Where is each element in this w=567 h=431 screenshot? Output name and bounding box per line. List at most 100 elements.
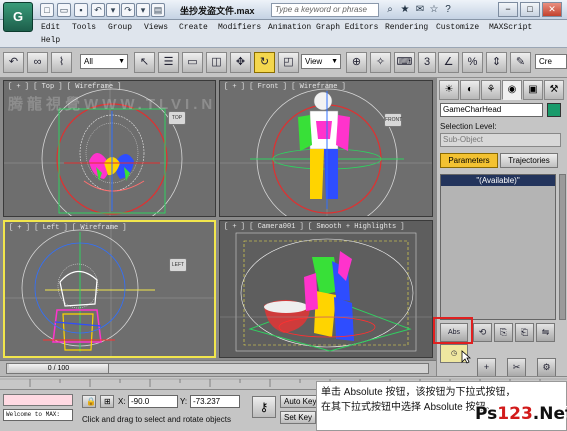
window-crossing-icon[interactable]: ◫ [206,52,227,73]
selection-filter-dropdown[interactable]: All ▼ [80,54,128,69]
display-tab-icon[interactable]: ▣ [523,80,543,100]
viewport-left-label[interactable]: [ + ] [ Left ] [ Wireframe ] [9,224,127,232]
select-and-rotate-icon[interactable]: ↻ [254,52,275,73]
named-selection-set-input[interactable]: Cre [535,54,567,69]
keyboard-shortcut-override-icon[interactable]: ⌨ [394,52,415,73]
favorites-icon[interactable]: ☆ [427,3,441,17]
select-and-move-icon[interactable]: ✥ [230,52,251,73]
viewport-area: 腾龍視覺WWW.TLVI.NET [ + ] [ Top ] [ Wirefra… [0,78,436,360]
redo-dropdown-icon[interactable]: ▾ [136,3,150,17]
maximize-button[interactable]: □ [520,2,540,17]
front-viewport-scene [220,81,432,216]
viewport-left[interactable]: [ + ] [ Left ] [ Wireframe ] LEFT [3,220,216,358]
open-file-icon[interactable]: ▭ [57,3,71,17]
absolute-highlight-frame [433,317,473,344]
select-and-link-icon[interactable]: ∞ [27,52,48,73]
viewport-front[interactable]: [ + ] [ Front ] [ Wireframe ] FRONT [219,80,433,217]
unlink-icon[interactable]: ⌇ [51,52,72,73]
mirror-icon[interactable]: ⇋ [536,323,555,342]
motion-tab-icon[interactable]: ◉ [502,80,522,100]
app-logo-button[interactable]: G [3,2,33,32]
angle-snap-icon[interactable]: ∠ [438,52,459,73]
menu-edit[interactable]: Edit [41,23,60,32]
menu-animation[interactable]: Animation [268,23,311,32]
x-coordinate-label: X: [118,397,126,406]
viewcube-front-icon[interactable]: FRONT [384,113,402,127]
time-slider[interactable]: 0 / 100 [6,363,429,374]
viewcube-top-icon[interactable]: TOP [168,111,186,125]
redo-icon[interactable]: ↷ [121,3,135,17]
object-name-field[interactable]: GameCharHead [440,103,543,117]
paste-icon[interactable]: ⎗ [515,323,534,342]
key-info-icon[interactable]: ⚙ [537,358,556,377]
create-tab-icon[interactable]: ☀ [439,80,459,100]
select-and-manipulate-icon[interactable]: ✧ [370,52,391,73]
new-file-icon[interactable]: □ [40,3,54,17]
menu-group[interactable]: Group [108,23,132,32]
x-coordinate-field[interactable]: -90.0 [128,395,178,408]
sub-object-dropdown[interactable]: Sub-Object [440,133,561,147]
site-logo-part2: 123 [497,404,533,424]
delete-key-icon[interactable]: ✂ [507,358,526,377]
menu-create[interactable]: Create [179,23,208,32]
hierarchy-tab-icon[interactable]: ⚘ [481,80,501,100]
menu-graph-editors[interactable]: Graph Editors [316,23,378,32]
help-icon[interactable]: ? [441,3,455,17]
menu-modifiers[interactable]: Modifiers [218,23,261,32]
menu-customize[interactable]: Customize [436,23,479,32]
subscription-icon[interactable]: ★ [398,3,412,17]
percent-snap-icon[interactable]: % [462,52,483,73]
available-list-item[interactable]: "(Available)" [441,175,555,186]
undo-icon[interactable]: ↶ [91,3,105,17]
menu-rendering[interactable]: Rendering [385,23,428,32]
pivot-center-icon[interactable]: ⊕ [346,52,367,73]
viewport-top-label[interactable]: [ + ] [ Top ] [ Wireframe ] [8,83,121,91]
viewcube-left-icon[interactable]: LEFT [169,258,187,272]
select-object-icon[interactable]: ↖ [134,52,155,73]
viewport-camera-label[interactable]: [ + ] [ Camera001 ] [ Smooth + Highlight… [224,223,405,231]
menu-views[interactable]: Views [144,23,168,32]
relative-icon[interactable]: ⟲ [473,323,492,342]
absolute-mode-icon[interactable]: ⊞ [100,395,114,408]
command-panel-scrollbar[interactable] [559,174,566,320]
rectangle-selection-icon[interactable]: ▭ [182,52,203,73]
parameters-button[interactable]: Parameters [440,153,498,168]
auto-key-button[interactable]: Auto Key [280,395,321,408]
menu-tools[interactable]: Tools [72,23,96,32]
time-slider-thumb[interactable]: 0 / 100 [9,364,109,373]
copy-icon[interactable]: ⎘ [494,323,513,342]
undo-toolbar-icon[interactable]: ↶ [3,52,24,73]
spinner-snap-icon[interactable]: ⇕ [486,52,507,73]
add-key-icon[interactable]: + [477,358,496,377]
communication-center-icon[interactable]: ✉ [413,3,427,17]
trajectories-button[interactable]: Trajectories [500,153,558,168]
menu-help[interactable]: Help [41,36,60,45]
select-and-scale-icon[interactable]: ◰ [278,52,299,73]
object-color-swatch[interactable] [547,103,561,117]
maxscript-listener-output[interactable] [3,394,73,406]
modify-tab-icon[interactable]: ◐ [460,80,480,100]
save-file-icon[interactable]: ▪ [74,3,88,17]
selection-level-label: Selection Level: [440,122,497,131]
edit-named-selection-icon[interactable]: ✎ [510,52,531,73]
reference-coordinate-dropdown[interactable]: View ▼ [301,54,341,69]
viewport-top[interactable]: 腾龍視覺WWW.TLVI.NET [ + ] [ Top ] [ Wirefra… [3,80,216,217]
select-by-name-icon[interactable]: ☰ [158,52,179,73]
selection-lock-icon[interactable]: 🔒 [82,395,96,408]
menu-maxscript[interactable]: MAXScript [489,23,532,32]
set-key-button[interactable]: Set Key [280,411,317,424]
undo-dropdown-icon[interactable]: ▾ [106,3,120,17]
chevron-down-icon: ▼ [331,58,338,65]
viewport-camera[interactable]: [ + ] [ Camera001 ] [ Smooth + Highlight… [219,220,433,358]
project-folder-icon[interactable]: ▤ [151,3,165,17]
search-input[interactable]: Type a keyword or phrase [271,3,379,17]
minimize-button[interactable]: − [498,2,518,17]
snaps-toggle-icon[interactable]: 3 [418,52,436,73]
utilities-tab-icon[interactable]: ⚒ [544,80,564,100]
maxscript-listener-input[interactable]: Welcome to MAX: [3,409,73,421]
viewport-front-label[interactable]: [ + ] [ Front ] [ Wireframe ] [224,83,346,91]
y-coordinate-field[interactable]: -73.237 [190,395,240,408]
set-key-icon[interactable]: ⚷ [252,396,276,418]
binoculars-icon[interactable]: ⌕ [383,3,397,17]
close-button[interactable]: ✕ [542,2,562,17]
